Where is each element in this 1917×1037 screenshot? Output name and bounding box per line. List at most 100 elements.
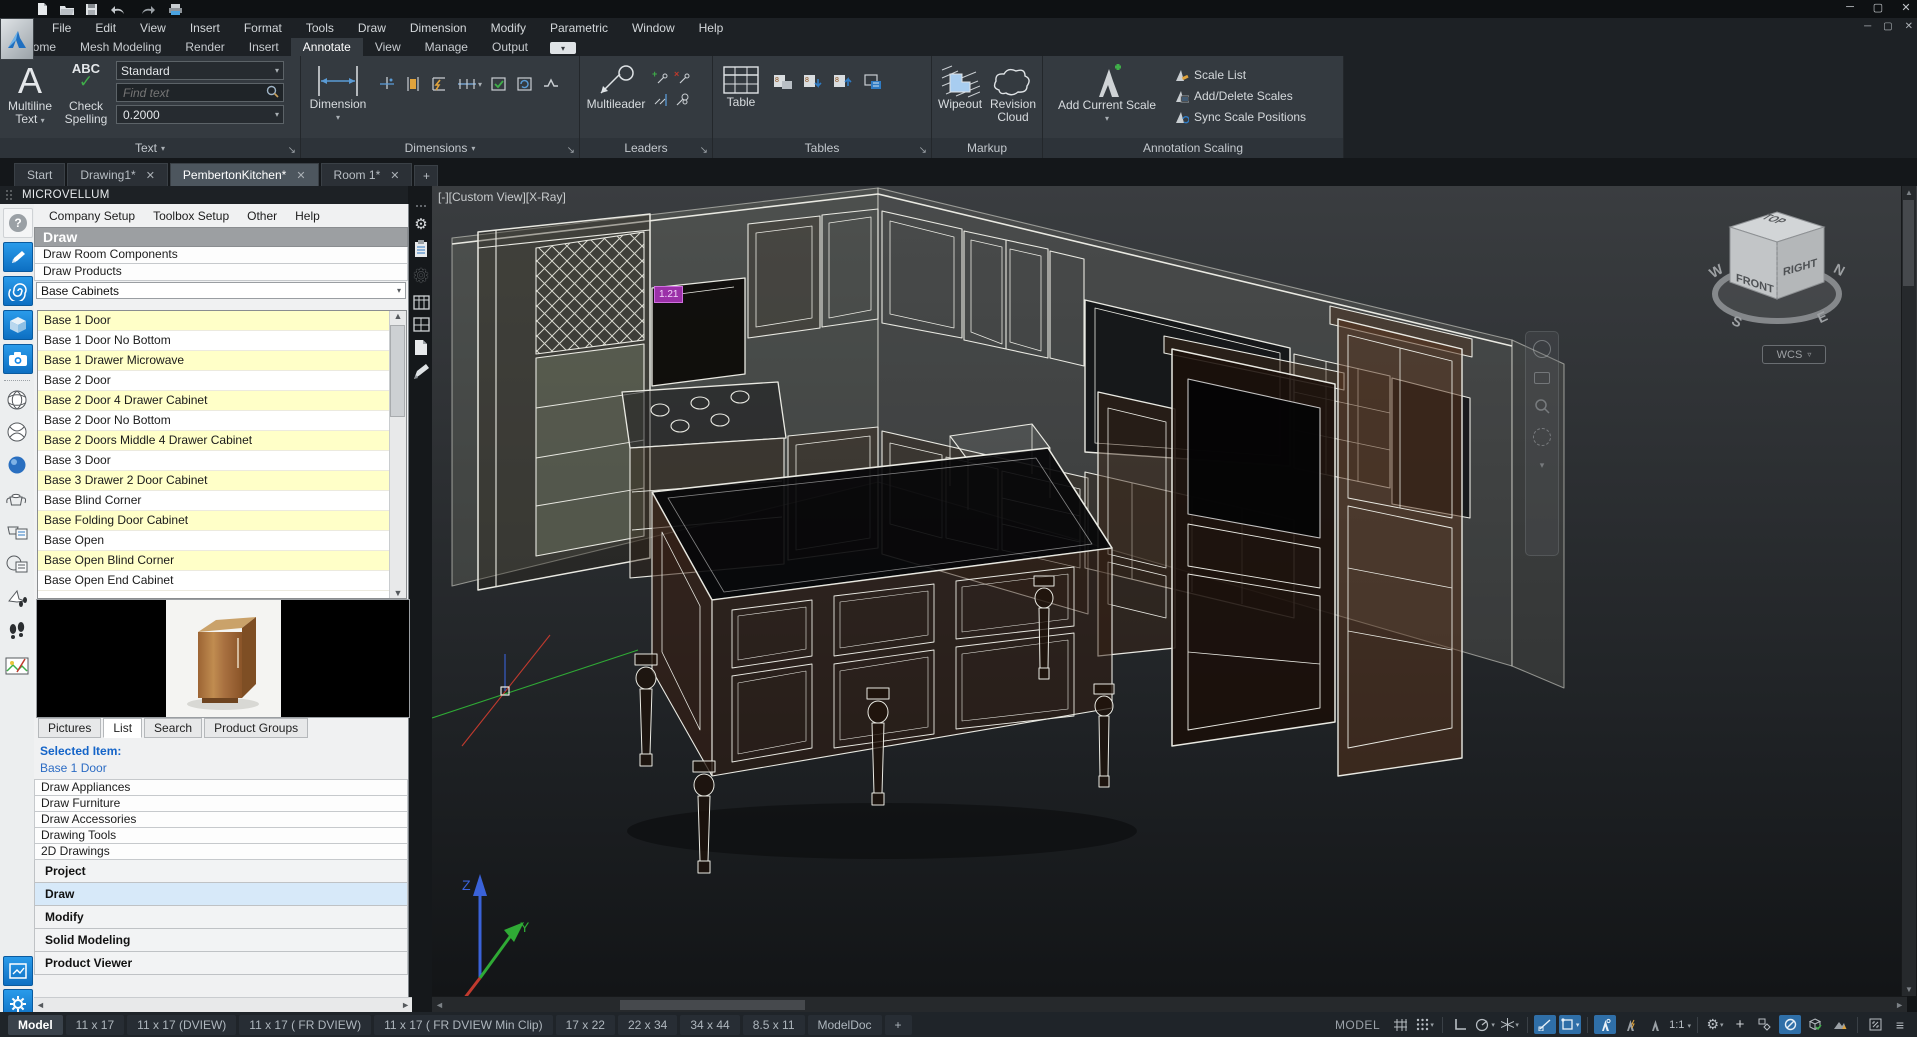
isometric-drafting-icon[interactable]: ▾ [1499,1015,1521,1034]
2d-drawings-button[interactable]: 2D Drawings [34,844,408,860]
list-item[interactable]: Base Open Blind Corner [38,551,390,571]
menu-modify[interactable]: Modify [479,21,538,35]
viewport-vertical-scrollbar[interactable]: ▲ ▼ [1901,186,1916,996]
export-window-icon[interactable] [3,956,33,986]
section-modify[interactable]: Modify [34,906,408,929]
draw-pencil-icon[interactable] [3,242,33,272]
dim-continue-icon[interactable]: ▾ [453,72,485,96]
section-draw[interactable]: Draw [34,883,408,906]
data-extraction-icon[interactable]: 8 [771,70,795,94]
mdi-restore-icon[interactable]: ▢ [1883,21,1892,32]
list-item[interactable]: Base Blind Corner [38,491,390,511]
draw-furniture-button[interactable]: Draw Furniture [34,796,408,812]
minimize-icon[interactable]: ─ [1843,1,1857,14]
menu-tools[interactable]: Tools [294,21,346,35]
find-text-field[interactable] [116,83,284,102]
wipeout-button[interactable]: Wipeout [936,60,984,124]
draw-room-components-button[interactable]: Draw Room Components [34,247,408,264]
add-current-scale-button[interactable]: Add Current Scale ▾ [1051,59,1163,126]
annotation-scale-value[interactable]: 1:1 ▾ [1669,1019,1691,1031]
camera-icon[interactable] [3,344,33,374]
globe-list-icon[interactable] [3,550,31,578]
draw-products-button[interactable]: Draw Products [34,264,408,281]
multileader-button[interactable]: Multileader [584,60,648,111]
tab-list[interactable]: List [103,718,142,738]
list-item[interactable]: Base 2 Door No Bottom [38,411,390,431]
draw-appliances-button[interactable]: Draw Appliances [34,779,408,796]
cube-icon[interactable] [3,310,33,340]
preview-pane-image[interactable] [166,600,281,717]
teapot-icon[interactable] [3,484,31,512]
ribbon-tab-manage[interactable]: Manage [413,38,480,56]
file-tab-start[interactable]: Start [14,163,65,186]
image-edit-icon[interactable] [3,652,31,680]
palette-scrollbar[interactable]: ◄► [34,997,412,1012]
layout-tab-modeldoc[interactable]: ModelDoc [808,1015,882,1035]
text-height-field[interactable]: ▾ [116,105,284,124]
align-leaders-icon[interactable] [650,90,670,110]
help-icon[interactable]: ? [3,208,33,238]
dim-update-check-icon[interactable] [487,72,511,96]
text-style-dropdown[interactable]: Standard▾ [116,61,284,80]
customization-menu-icon[interactable]: ≡ [1889,1015,1911,1034]
mdi-minimize-icon[interactable]: ─ [1864,21,1871,32]
file-tab-room1[interactable]: Room 1*✕ [321,163,413,186]
menu-insert[interactable]: Insert [178,21,232,35]
palette-title-bar[interactable]: MICROVELLUM [0,186,408,204]
layout-tab[interactable]: 22 x 34 [618,1015,677,1035]
leaders-dialog-launcher-icon[interactable]: ↘ [700,145,708,156]
find-text-input[interactable] [121,85,255,101]
file-tab-pembertonkitchen[interactable]: PembertonKitchen*✕ [170,163,319,186]
layout-tab[interactable]: 34 x 44 [680,1015,739,1035]
list-item[interactable]: Base 2 Door [38,371,390,391]
ribbon-tab-output[interactable]: Output [480,38,540,56]
palette-grip-icon[interactable] [4,189,18,201]
teapot-list-icon[interactable] [3,517,31,545]
tab-pictures[interactable]: Pictures [38,718,101,738]
text-height-input[interactable] [121,107,255,123]
shaded-sphere-icon[interactable] [3,451,31,479]
model-space-badge[interactable]: MODEL [1335,1018,1380,1032]
list-item[interactable]: Base 2 Doors Middle 4 Drawer Cabinet [38,431,390,451]
section-product-viewer[interactable]: Product Viewer [34,952,408,975]
close-icon[interactable]: ✕ [1899,1,1913,14]
nav-zoom-icon[interactable] [1534,398,1550,414]
menu-help[interactable]: Help [687,21,736,35]
draw-accessories-button[interactable]: Draw Accessories [34,812,408,828]
isolate-objects-icon[interactable] [1754,1015,1776,1034]
open-file-icon[interactable] [59,3,75,16]
selected-item-value[interactable]: Base 1 Door [40,761,121,775]
check-spelling-button[interactable]: ABC ✓ Check Spelling [60,58,112,127]
redo-icon[interactable] [138,3,158,16]
category-dropdown[interactable]: Base Cabinets ▾ [36,282,406,299]
object-snap-tracking-toggle-icon[interactable] [1534,1015,1556,1034]
menu-parametric[interactable]: Parametric [538,21,620,35]
table-button[interactable]: Table [719,60,763,109]
annotation-autoscale-toggle-icon[interactable] [1619,1015,1641,1034]
dimensions-panel-footer[interactable]: Dimensions▾ ↘ [301,138,579,158]
search-icon[interactable] [266,85,279,101]
add-delete-scales-button[interactable]: Add/Delete Scales [1173,86,1306,105]
graphics-cube-icon[interactable] [1804,1015,1826,1034]
clean-screen-icon[interactable] [1779,1015,1801,1034]
tables-dialog-launcher-icon[interactable]: ↘ [919,145,927,156]
layout-tab[interactable]: 11 x 17 (DVIEW) [127,1015,236,1035]
nav-pan-icon[interactable] [1534,372,1550,384]
close-tab-icon[interactable]: ✕ [296,169,305,182]
layout-tab[interactable]: 11 x 17 ( FR DVIEW) [239,1015,371,1035]
ribbon-tab-insert[interactable]: Insert [237,38,291,56]
wcs-dropdown[interactable]: WCS▿ [1762,345,1826,364]
menu-format[interactable]: Format [232,21,294,35]
ribbon-tab-mesh-modeling[interactable]: Mesh Modeling [68,38,173,56]
polar-tracking-icon[interactable]: ▾ [1474,1015,1496,1034]
workspace-gear-icon[interactable]: ⚙▾ [1704,1015,1726,1034]
save-icon[interactable] [85,3,98,16]
palette-menu-other[interactable]: Other [240,208,284,224]
layout-tab[interactable]: 11 x 17 ( FR DVIEW Min Clip) [374,1015,552,1035]
list-item[interactable]: Base 2 Door 4 Drawer Cabinet [38,391,390,411]
menu-edit[interactable]: Edit [83,21,128,35]
menu-draw[interactable]: Draw [346,21,398,35]
preview-pane-right[interactable] [281,600,410,717]
app-logo[interactable] [0,18,34,60]
side-document-icon[interactable] [414,339,428,356]
